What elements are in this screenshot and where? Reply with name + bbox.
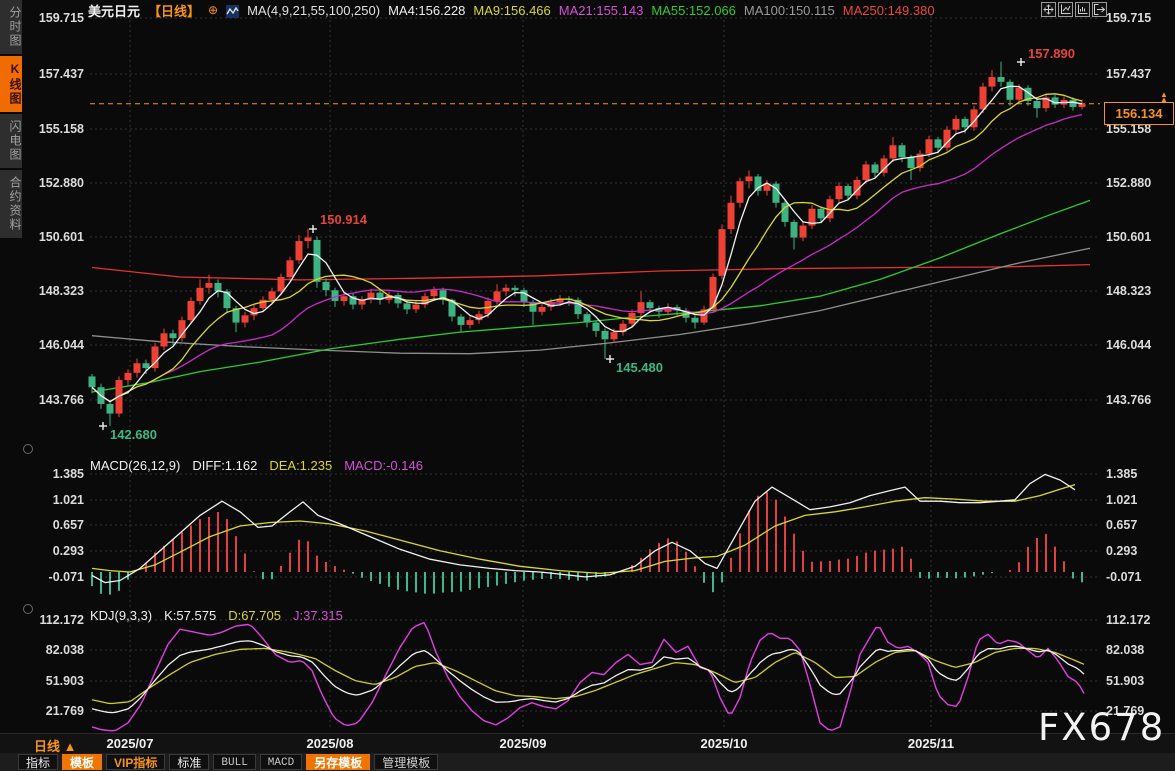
bottom-toolbar: 指标 模板 VIP指标 标准 BULL MACD 另存模板 管理模板 [0, 753, 1175, 771]
tab-macd[interactable]: MACD [260, 754, 302, 770]
ma55-value: MA55:152.066 [651, 3, 736, 18]
svg-text:148.323: 148.323 [39, 284, 84, 298]
chart-toolbar-icons [1041, 2, 1107, 17]
svg-text:159.715: 159.715 [39, 11, 84, 25]
macd-panel-toggle-icon[interactable] [23, 444, 33, 454]
kdj-title: KDJ(9,3,3) [90, 608, 152, 623]
axis-date-label: 2025/08 [307, 736, 354, 751]
svg-text:1.021: 1.021 [1106, 493, 1137, 507]
last-price-box: 156.134 [1104, 102, 1174, 125]
svg-text:-0.071: -0.071 [49, 570, 84, 584]
svg-text:1.385: 1.385 [1106, 467, 1137, 481]
svg-text:150.601: 150.601 [39, 230, 84, 244]
add-indicator-icon[interactable]: ⊕ [208, 3, 218, 17]
period-tag[interactable]: 【日线】 [148, 1, 200, 20]
svg-text:143.766: 143.766 [39, 393, 84, 407]
ma250-value: MA250:149.380 [843, 3, 935, 18]
svg-text:148.323: 148.323 [1106, 284, 1151, 298]
macd-dea-value: DEA:1.235 [269, 458, 332, 473]
svg-text:150.601: 150.601 [1106, 230, 1151, 244]
macd-diff-value: DIFF:1.162 [192, 458, 257, 473]
svg-text:112.172: 112.172 [40, 613, 85, 627]
kdj-k-value: K:57.575 [164, 608, 216, 623]
svg-text:1.021: 1.021 [53, 493, 84, 507]
svg-text:-0.071: -0.071 [1106, 570, 1141, 584]
svg-text:152.880: 152.880 [1106, 176, 1151, 190]
svg-text:0.657: 0.657 [1106, 518, 1137, 532]
ma21-value: MA21:155.143 [559, 3, 644, 18]
kdj-d-value: D:67.705 [228, 608, 281, 623]
svg-text:146.044: 146.044 [39, 338, 84, 352]
svg-text:51.903: 51.903 [1106, 674, 1144, 688]
chart-type-icon[interactable] [226, 5, 239, 18]
svg-text:82.038: 82.038 [46, 643, 84, 657]
tab-save-template[interactable]: 另存模板 [306, 754, 370, 770]
svg-text:0.657: 0.657 [53, 518, 84, 532]
sidebar-item-candlestick-chart[interactable]: K线图 [0, 56, 22, 112]
kdj-j-value: J:37.315 [293, 608, 343, 623]
tab-manage-templates[interactable]: 管理模板 [374, 754, 438, 770]
exit-fullscreen-icon[interactable] [1092, 2, 1107, 17]
svg-text:146.044: 146.044 [1106, 338, 1151, 352]
svg-text:143.766: 143.766 [1106, 393, 1151, 407]
svg-text:157.890: 157.890 [1028, 46, 1075, 61]
tab-vip-indicators[interactable]: VIP指标 [106, 754, 165, 770]
watermark-logo: FX678 [1038, 706, 1165, 749]
tab-indicators[interactable]: 指标 [18, 754, 58, 770]
sidebar: 分时图 K线图 闪电图 合约资料 [0, 0, 22, 733]
svg-text:0.293: 0.293 [53, 544, 84, 558]
svg-text:1.385: 1.385 [53, 467, 84, 481]
tab-bull[interactable]: BULL [213, 754, 255, 770]
macd-value: MACD:-0.146 [344, 458, 423, 473]
date-axis-row: 日线 ▲ 2025/07 2025/08 2025/09 2025/10 202… [0, 733, 1175, 754]
svg-text:82.038: 82.038 [1106, 643, 1144, 657]
macd-panel-header: MACD(26,12,9) DIFF:1.162 DEA:1.235 MACD:… [90, 458, 423, 473]
sidebar-item-lightning-chart[interactable]: 闪电图 [0, 114, 22, 168]
ma9-value: MA9:156.466 [473, 3, 550, 18]
svg-text:155.158: 155.158 [39, 122, 84, 136]
ma-settings-label: MA(4,9,21,55,100,250) [247, 3, 380, 18]
svg-text:145.480: 145.480 [616, 360, 663, 375]
svg-text:157.437: 157.437 [39, 67, 84, 81]
svg-text:21.769: 21.769 [46, 704, 84, 718]
axis-date-label: 2025/09 [500, 736, 547, 751]
axis-scale-right-icon[interactable] [1075, 2, 1090, 17]
chart-header: 美元日元 【日线】 ⊕ MA(4,9,21,55,100,250) MA4:15… [88, 2, 935, 18]
svg-text:157.437: 157.437 [1106, 67, 1151, 81]
axis-date-label: 2025/11 [908, 736, 954, 751]
axis-date-label: 2025/07 [107, 736, 154, 751]
svg-text:159.715: 159.715 [1106, 11, 1151, 25]
axis-scale-left-icon[interactable] [1058, 2, 1073, 17]
kdj-panel-toggle-icon[interactable] [23, 604, 33, 614]
svg-text:150.914: 150.914 [320, 212, 368, 227]
ma4-value: MA4:156.228 [388, 3, 465, 18]
macd-title: MACD(26,12,9) [90, 458, 180, 473]
sidebar-item-contract-info[interactable]: 合约资料 [0, 170, 22, 238]
symbol-name: 美元日元 [88, 1, 140, 20]
chart-canvas[interactable]: 150.914 157.890 145.480 142.680 159.715 159.7… [0, 0, 1175, 733]
tab-standard[interactable]: 标准 [169, 754, 209, 770]
svg-text:51.903: 51.903 [46, 674, 84, 688]
ma100-value: MA100:150.115 [744, 3, 835, 18]
svg-text:112.172: 112.172 [1106, 613, 1151, 627]
price-arrow-marker: ▲▲ [1160, 92, 1168, 102]
tab-templates[interactable]: 模板 [62, 754, 102, 770]
svg-text:0.293: 0.293 [1106, 544, 1137, 558]
pan-mode-icon[interactable] [1041, 2, 1056, 17]
sidebar-item-timeline-chart[interactable]: 分时图 [0, 0, 22, 54]
axis-date-label: 2025/10 [701, 736, 748, 751]
svg-text:142.680: 142.680 [110, 427, 157, 442]
trading-app-window: { "header": { "symbol": "美元日元", "period_… [0, 0, 1175, 771]
kdj-panel-header: KDJ(9,3,3) K:57.575 D:67.705 J:37.315 [90, 608, 343, 623]
svg-text:152.880: 152.880 [39, 176, 84, 190]
